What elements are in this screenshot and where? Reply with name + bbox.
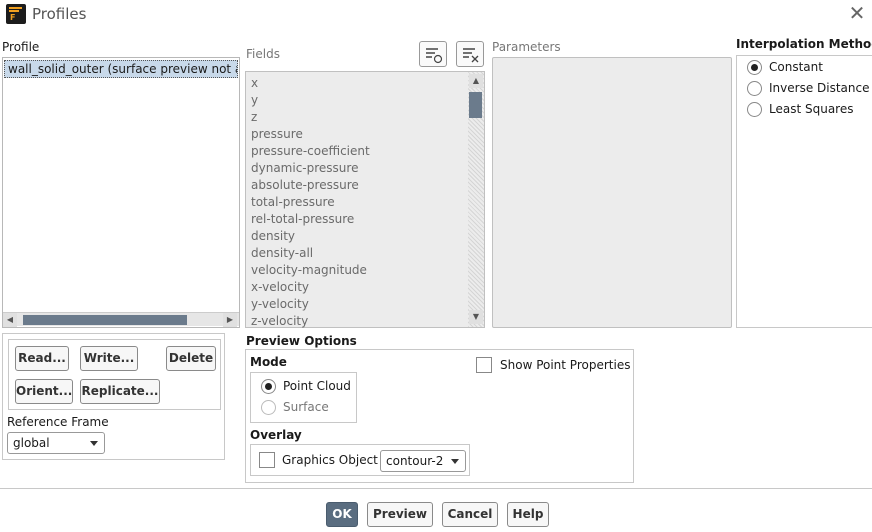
- preview-options-label: Preview Options: [246, 334, 357, 348]
- ok-button[interactable]: OK: [326, 502, 358, 527]
- scroll-right-icon[interactable]: ▶: [223, 313, 237, 327]
- orient-button[interactable]: Orient...: [15, 379, 73, 404]
- chevron-down-icon: [451, 459, 459, 464]
- scroll-thumb[interactable]: [23, 315, 187, 325]
- show-point-properties-checkbox[interactable]: [476, 357, 492, 373]
- field-item[interactable]: x: [251, 76, 258, 90]
- field-item[interactable]: y-velocity: [251, 297, 309, 311]
- scroll-thumb[interactable]: [469, 92, 482, 118]
- close-icon[interactable]: ✕: [846, 3, 868, 25]
- profile-list-item[interactable]: wall_solid_outer (surface preview not av…: [4, 60, 238, 78]
- title-bar: F Profiles ✕: [0, 0, 872, 30]
- field-item[interactable]: x-velocity: [251, 280, 309, 294]
- scroll-down-icon[interactable]: ▼: [469, 310, 483, 324]
- chevron-down-icon: [90, 441, 98, 446]
- reference-frame-label: Reference Frame: [7, 415, 109, 429]
- interpolation-method-label: Interpolation Method: [736, 37, 872, 51]
- deselect-all-fields-button[interactable]: [456, 41, 484, 67]
- preview-options-panel: Mode Point Cloud Surface Show Point Prop…: [245, 349, 634, 483]
- field-item[interactable]: z: [251, 110, 257, 124]
- select-all-fields-button[interactable]: [419, 41, 447, 67]
- graphics-object-dropdown[interactable]: contour-2: [380, 450, 466, 472]
- field-item[interactable]: total-pressure: [251, 195, 335, 209]
- graphics-object-value: contour-2: [386, 454, 444, 468]
- mode-panel: Point Cloud Surface: [250, 372, 357, 423]
- field-item[interactable]: z-velocity: [251, 314, 308, 328]
- delete-button[interactable]: Delete: [166, 346, 216, 371]
- least-squares-label: Least Squares: [769, 102, 854, 116]
- footer-divider: [0, 488, 872, 489]
- surface-radio[interactable]: [261, 400, 276, 415]
- constant-radio[interactable]: [747, 60, 762, 75]
- inverse-distance-label: Inverse Distance: [769, 81, 870, 95]
- field-item[interactable]: pressure: [251, 127, 303, 141]
- scroll-left-icon[interactable]: ◀: [3, 313, 17, 327]
- overlay-panel: Graphics Object contour-2: [250, 444, 470, 476]
- field-item[interactable]: dynamic-pressure: [251, 161, 358, 175]
- profile-label: Profile: [2, 40, 40, 54]
- window-title: Profiles: [32, 5, 87, 23]
- profile-list-hscrollbar[interactable]: ◀ ▶: [3, 312, 239, 327]
- field-item[interactable]: density: [251, 229, 295, 243]
- overlay-label: Overlay: [250, 428, 302, 442]
- preview-button[interactable]: Preview: [367, 502, 433, 527]
- field-item[interactable]: absolute-pressure: [251, 178, 359, 192]
- help-button[interactable]: Help: [507, 502, 549, 527]
- least-squares-radio[interactable]: [747, 102, 762, 117]
- parameters-label: Parameters: [492, 40, 561, 54]
- profile-list[interactable]: wall_solid_outer (surface preview not av…: [2, 57, 240, 328]
- fluent-app-icon: F: [6, 4, 26, 24]
- point-cloud-label: Point Cloud: [283, 379, 351, 393]
- reference-frame-dropdown[interactable]: global: [7, 432, 105, 454]
- write-button[interactable]: Write...: [80, 346, 138, 371]
- field-item[interactable]: velocity-magnitude: [251, 263, 367, 277]
- read-button[interactable]: Read...: [15, 346, 69, 371]
- inverse-distance-radio[interactable]: [747, 81, 762, 96]
- fields-vscrollbar[interactable]: ▲ ▼: [468, 72, 484, 327]
- cancel-button[interactable]: Cancel: [442, 502, 498, 527]
- profile-buttons-group: Read... Write... Delete Orient... Replic…: [8, 339, 221, 410]
- deselect-all-list-icon: [463, 48, 479, 63]
- field-item[interactable]: rel-total-pressure: [251, 212, 354, 226]
- field-item[interactable]: density-all: [251, 246, 313, 260]
- replicate-button[interactable]: Replicate...: [80, 379, 160, 404]
- constant-label: Constant: [769, 60, 823, 74]
- graphics-object-label: Graphics Object: [282, 453, 378, 467]
- field-item[interactable]: y: [251, 93, 258, 107]
- mode-label: Mode: [250, 355, 287, 369]
- show-point-properties-label: Show Point Properties: [500, 358, 631, 372]
- profile-actions-panel: Read... Write... Delete Orient... Replic…: [2, 333, 225, 460]
- fields-label: Fields: [246, 47, 280, 61]
- field-item[interactable]: pressure-coefficient: [251, 144, 370, 158]
- graphics-object-checkbox[interactable]: [259, 452, 275, 468]
- interpolation-method-panel: Constant Inverse Distance Least Squares: [736, 55, 872, 328]
- surface-label: Surface: [283, 400, 329, 414]
- fields-list[interactable]: x y z pressure pressure-coefficient dyna…: [245, 71, 485, 328]
- scroll-up-icon[interactable]: ▲: [469, 74, 483, 88]
- parameters-list[interactable]: [492, 57, 732, 328]
- select-all-list-icon: [426, 48, 443, 64]
- point-cloud-radio[interactable]: [261, 379, 276, 394]
- reference-frame-value: global: [13, 436, 50, 450]
